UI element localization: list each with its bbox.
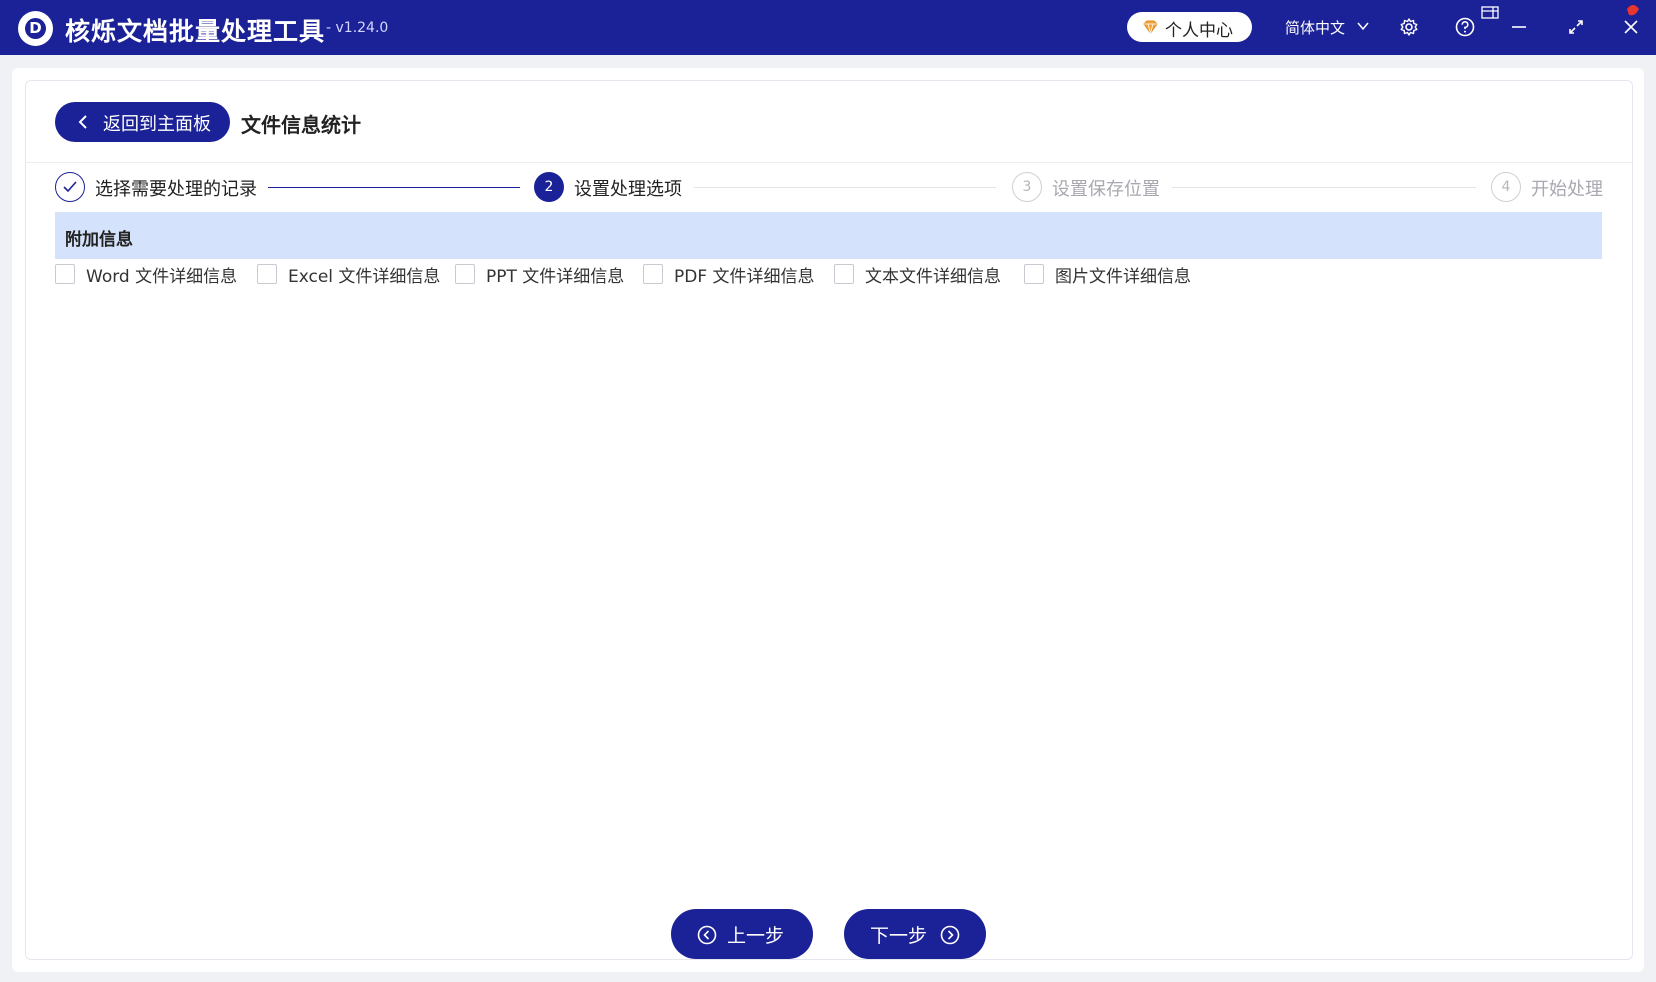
option-label: Excel 文件详细信息: [288, 267, 441, 287]
step-connector: [1172, 187, 1476, 188]
app-title: 核烁文档批量处理工具: [65, 17, 326, 46]
previous-step-label: 上一步: [727, 925, 785, 947]
checkbox[interactable]: [834, 264, 854, 284]
option-label: PDF 文件详细信息: [674, 267, 815, 287]
app-version: - v1.24.0: [326, 20, 389, 36]
page-title: 文件信息统计: [241, 113, 361, 137]
step-2-number: 2: [534, 172, 564, 202]
next-step-label: 下一步: [870, 925, 928, 947]
logo-letter: D: [25, 18, 46, 39]
step-3-number: 3: [1012, 172, 1042, 202]
help-icon[interactable]: [1454, 16, 1476, 38]
option-label: 图片文件详细信息: [1055, 267, 1191, 287]
step-1-label: 选择需要处理的记录: [95, 179, 257, 200]
chevron-down-icon[interactable]: [1357, 21, 1369, 31]
step-2-label: 设置处理选项: [574, 179, 682, 200]
step-connector: [268, 187, 520, 188]
personal-center-label: 个人中心: [1165, 21, 1233, 41]
section-title: 附加信息: [65, 230, 133, 250]
step-4-label: 开始处理: [1531, 179, 1603, 200]
diamond-icon: [1143, 20, 1158, 34]
checkbox[interactable]: [55, 264, 75, 284]
gear-icon[interactable]: [1398, 16, 1420, 38]
back-to-dashboard-button[interactable]: 返回到主面板: [55, 102, 230, 142]
checkbox[interactable]: [257, 264, 277, 284]
gift-icon[interactable]: [1481, 5, 1499, 19]
step-4-number: 4: [1491, 172, 1521, 202]
next-step-button[interactable]: 下一步: [844, 909, 986, 959]
chevron-right-circle-icon: [940, 925, 960, 945]
option-label: Word 文件详细信息: [86, 267, 238, 287]
back-button-label: 返回到主面板: [103, 114, 211, 135]
section-header: 附加信息: [55, 212, 1602, 259]
divider: [26, 162, 1632, 163]
chevron-left-circle-icon: [697, 925, 717, 945]
app-logo-icon: D: [18, 11, 53, 46]
option-label: PPT 文件详细信息: [486, 267, 625, 287]
step-1-check-icon: [55, 172, 85, 202]
option-label: 文本文件详细信息: [865, 267, 1001, 287]
chevron-left-icon: [78, 115, 87, 129]
personal-center-button[interactable]: 个人中心: [1127, 12, 1252, 42]
previous-step-button[interactable]: 上一步: [671, 909, 813, 959]
title-bar: D 核烁文档批量处理工具 - v1.24.0 个人中心 简体中文: [0, 0, 1656, 55]
checkbox[interactable]: [1024, 264, 1044, 284]
language-select[interactable]: 简体中文: [1285, 17, 1345, 38]
step-3-label: 设置保存位置: [1052, 179, 1160, 200]
minimize-icon[interactable]: [1508, 16, 1530, 38]
close-icon[interactable]: [1620, 16, 1642, 38]
checkbox[interactable]: [455, 264, 475, 284]
notification-badge-icon: [1627, 5, 1639, 16]
maximize-icon[interactable]: [1565, 16, 1587, 38]
step-connector: [694, 187, 996, 188]
checkbox[interactable]: [643, 264, 663, 284]
